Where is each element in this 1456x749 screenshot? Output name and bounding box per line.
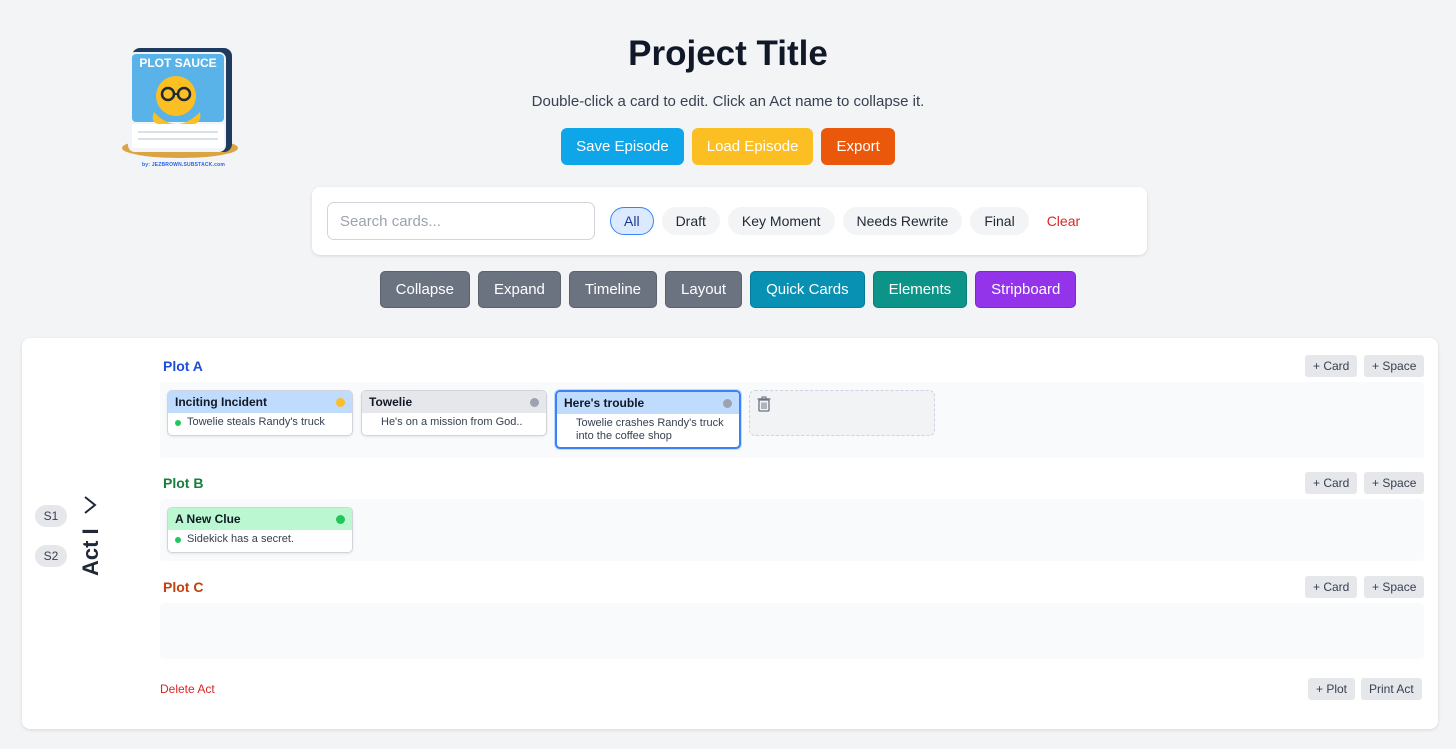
- add-plot-button[interactable]: + Plot: [1308, 678, 1356, 700]
- card-text: Towelie crashes Randy's truck into the c…: [576, 417, 724, 442]
- add-space-button-plot-b[interactable]: + Space: [1364, 472, 1425, 494]
- expand-button[interactable]: Expand: [478, 271, 561, 308]
- page-title: Project Title: [628, 34, 828, 73]
- load-episode-button[interactable]: Load Episode: [691, 128, 814, 165]
- scene-pill-s1[interactable]: S1: [35, 505, 67, 527]
- card-header: A New Clue: [168, 508, 352, 530]
- page-subtitle: Double-click a card to edit. Click an Ac…: [531, 93, 925, 110]
- card-title: Here's trouble: [564, 396, 645, 410]
- collapse-button[interactable]: Collapse: [379, 271, 471, 308]
- plot-title-b: Plot B: [163, 475, 204, 491]
- status-dot-icon: [336, 397, 345, 407]
- filter-chips: All Draft Key Moment Needs Rewrite Final…: [610, 207, 1090, 235]
- export-button[interactable]: Export: [821, 128, 895, 165]
- chip-needs-rewrite[interactable]: Needs Rewrite: [842, 207, 963, 235]
- trash-icon[interactable]: [757, 396, 771, 412]
- timeline-button[interactable]: Timeline: [568, 271, 658, 308]
- card-header: Here's trouble: [557, 392, 739, 414]
- card-a-new-clue[interactable]: A New Clue Sidekick has a secret.: [167, 507, 353, 553]
- add-card-button-plot-b[interactable]: + Card: [1305, 472, 1358, 494]
- quick-cards-button[interactable]: Quick Cards: [750, 271, 865, 308]
- card-title: Inciting Incident: [175, 395, 267, 409]
- search-input[interactable]: [327, 202, 595, 240]
- plot-title-a: Plot A: [163, 358, 203, 374]
- card-body: He's on a mission from God..: [362, 413, 546, 435]
- add-card-button-plot-c[interactable]: + Card: [1305, 576, 1358, 598]
- scene-dot-icon: [175, 537, 181, 543]
- card-heres-trouble[interactable]: Here's trouble Towelie crashes Randy's t…: [555, 390, 741, 449]
- save-episode-button[interactable]: Save Episode: [561, 128, 684, 165]
- card-towelie[interactable]: Towelie He's on a mission from God..: [361, 390, 547, 436]
- card-text: He's on a mission from God..: [381, 416, 523, 428]
- chevron-right-icon[interactable]: [82, 495, 98, 515]
- chip-key-moment[interactable]: Key Moment: [727, 207, 835, 235]
- plot-lane-c: [160, 603, 1424, 659]
- card-body: Towelie steals Randy's truck: [168, 413, 352, 435]
- stripboard-button[interactable]: Stripboard: [975, 271, 1077, 308]
- status-dot-icon: [530, 397, 539, 407]
- delete-act-button[interactable]: Delete Act: [160, 682, 215, 696]
- scene-dot-icon: [175, 420, 181, 426]
- filter-panel: All Draft Key Moment Needs Rewrite Final…: [312, 187, 1147, 255]
- chip-all[interactable]: All: [610, 207, 654, 235]
- card-inciting-incident[interactable]: Inciting Incident Towelie steals Randy's…: [167, 390, 353, 436]
- status-dot-icon: [723, 398, 732, 408]
- layout-button[interactable]: Layout: [665, 271, 743, 308]
- card-header: Towelie: [362, 391, 546, 413]
- plot-title-c: Plot C: [163, 579, 204, 595]
- card-text: Sidekick has a secret.: [187, 533, 294, 545]
- episode-actions: Save Episode Load Episode Export: [0, 128, 1456, 165]
- act-board: S1 S2 Act I Plot A + Card + Space Inciti…: [22, 338, 1438, 729]
- card-body: Towelie crashes Randy's truck into the c…: [557, 414, 739, 447]
- card-title: Towelie: [369, 395, 413, 409]
- add-space-button-plot-a[interactable]: + Space: [1364, 355, 1425, 377]
- card-title: A New Clue: [175, 512, 241, 526]
- space-placeholder: [749, 390, 935, 436]
- clear-filter-button[interactable]: Clear: [1037, 213, 1090, 229]
- add-card-button-plot-a[interactable]: + Card: [1305, 355, 1358, 377]
- elements-button[interactable]: Elements: [872, 271, 968, 308]
- toolbar: Collapse Expand Timeline Layout Quick Ca…: [0, 271, 1456, 308]
- print-act-button[interactable]: Print Act: [1361, 678, 1422, 700]
- add-space-button-plot-c[interactable]: + Space: [1364, 576, 1425, 598]
- card-header: Inciting Incident: [168, 391, 352, 413]
- card-text: Towelie steals Randy's truck: [187, 416, 325, 428]
- chip-draft[interactable]: Draft: [661, 207, 720, 235]
- status-dot-icon: [336, 514, 345, 524]
- scene-pill-s2[interactable]: S2: [35, 545, 67, 567]
- chip-final[interactable]: Final: [970, 207, 1029, 235]
- card-body: Sidekick has a secret.: [168, 530, 352, 552]
- act-name[interactable]: Act I: [78, 528, 104, 576]
